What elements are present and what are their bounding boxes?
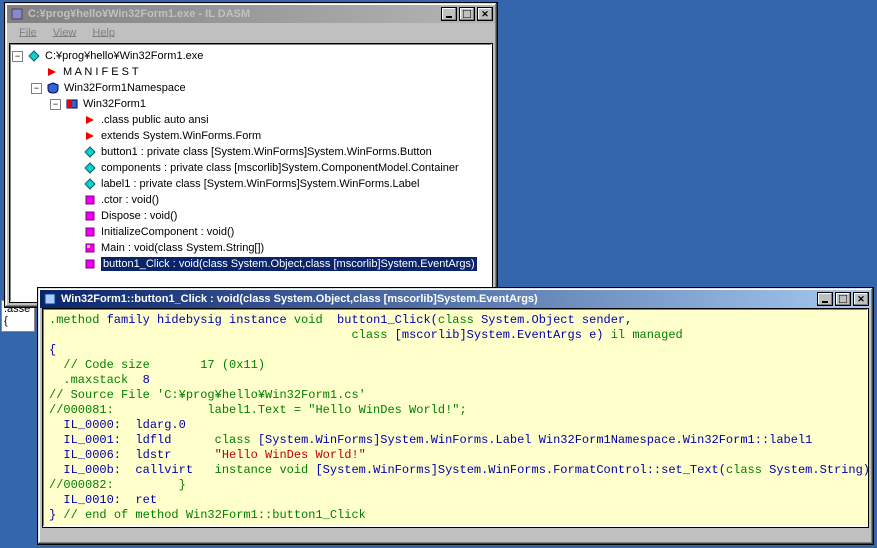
tree-label: M A N I F E S T: [63, 66, 139, 78]
collapse-icon[interactable]: −: [50, 99, 61, 110]
disasm-titlebar[interactable]: Win32Form1::button1_Click : void(class S…: [40, 290, 871, 308]
window-title: Win32Form1::button1_Click : void(class S…: [61, 293, 815, 305]
fragment-line2: {: [4, 315, 32, 327]
static-method-icon: [83, 242, 97, 254]
tree-view[interactable]: − C:¥prog¥hello¥Win32Form1.exe M A N I F…: [10, 44, 492, 302]
tree-label: button1_Click : void(class System.Object…: [101, 257, 477, 271]
tree-label: label1 : private class [System.WinForms]…: [101, 178, 419, 190]
tree-label: button1 : private class [System.WinForms…: [101, 146, 432, 158]
minimize-button[interactable]: [817, 292, 833, 306]
diamond-icon: [27, 50, 41, 62]
method-icon: [83, 194, 97, 206]
menu-view[interactable]: View: [45, 25, 85, 41]
menu-file[interactable]: File: [11, 25, 45, 41]
close-button[interactable]: ✕: [853, 292, 869, 306]
close-button[interactable]: ✕: [477, 7, 493, 21]
tree-root[interactable]: − C:¥prog¥hello¥Win32Form1.exe: [12, 48, 490, 64]
arrow-icon: [83, 114, 97, 126]
method-icon: [83, 210, 97, 222]
menu-help[interactable]: Help: [84, 25, 123, 41]
tree-label: C:¥prog¥hello¥Win32Form1.exe: [45, 50, 203, 62]
maximize-button[interactable]: [459, 7, 475, 21]
tree-item[interactable]: .class public auto ansi: [12, 112, 490, 128]
arrow-icon: [45, 66, 59, 78]
tree-label: extends System.WinForms.Form: [101, 130, 261, 142]
diamond-icon: [83, 146, 97, 158]
diamond-icon: [83, 162, 97, 174]
tree-label: Win32Form1: [83, 98, 146, 110]
tree-item[interactable]: components : private class [mscorlib]Sys…: [12, 160, 490, 176]
tree-namespace[interactable]: − Win32Form1Namespace: [12, 80, 490, 96]
tree-item[interactable]: .ctor : void(): [12, 192, 490, 208]
tree-item[interactable]: label1 : private class [System.WinForms]…: [12, 176, 490, 192]
tree-label: Win32Form1Namespace: [64, 82, 186, 94]
class-icon: [65, 98, 79, 110]
app-icon: [9, 6, 25, 22]
ildasm-titlebar[interactable]: C:¥prog¥hello¥Win32Form1.exe - IL DASM ✕: [7, 5, 495, 23]
method-icon: [83, 226, 97, 238]
minimize-button[interactable]: [441, 7, 457, 21]
disasm-window: Win32Form1::button1_Click : void(class S…: [37, 287, 874, 545]
tree-label: Main : void(class System.String[]): [101, 242, 264, 254]
method-icon: [83, 258, 97, 270]
app-icon: [42, 291, 58, 307]
collapse-icon[interactable]: −: [12, 51, 23, 62]
window-title: C:¥prog¥hello¥Win32Form1.exe - IL DASM: [28, 8, 439, 20]
tree-class[interactable]: − Win32Form1: [12, 96, 490, 112]
disasm-text[interactable]: .method family hidebysig instance void b…: [42, 308, 869, 528]
maximize-button[interactable]: [835, 292, 851, 306]
tree-item[interactable]: Dispose : void(): [12, 208, 490, 224]
shield-icon: [46, 82, 60, 94]
collapse-icon[interactable]: −: [31, 83, 42, 94]
diamond-icon: [83, 178, 97, 190]
arrow-icon: [83, 130, 97, 142]
tree-item[interactable]: extends System.WinForms.Form: [12, 128, 490, 144]
tree-label: InitializeComponent : void(): [101, 226, 234, 238]
tree-item[interactable]: InitializeComponent : void(): [12, 224, 490, 240]
tree-manifest[interactable]: M A N I F E S T: [12, 64, 490, 80]
ildasm-main-window: C:¥prog¥hello¥Win32Form1.exe - IL DASM ✕…: [4, 2, 498, 308]
tree-item[interactable]: Main : void(class System.String[]): [12, 240, 490, 256]
tree-client: − C:¥prog¥hello¥Win32Form1.exe M A N I F…: [9, 43, 493, 303]
tree-label: Dispose : void(): [101, 210, 177, 222]
tree-label: .class public auto ansi: [101, 114, 209, 126]
tree-item[interactable]: button1 : private class [System.WinForms…: [12, 144, 490, 160]
tree-label: components : private class [mscorlib]Sys…: [101, 162, 459, 174]
menubar: File View Help: [7, 23, 495, 43]
tree-item-selected[interactable]: button1_Click : void(class System.Object…: [12, 256, 490, 272]
tree-label: .ctor : void(): [101, 194, 159, 206]
